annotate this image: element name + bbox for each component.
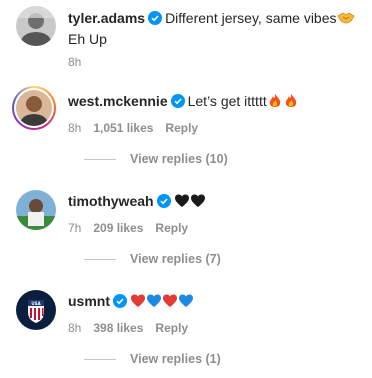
username[interactable]: timothyweah xyxy=(68,193,154,209)
username[interactable]: west.mckennie xyxy=(68,93,168,109)
timestamp: 8h xyxy=(68,55,82,69)
blue-heart-emoji-icon xyxy=(178,293,194,313)
replies-divider xyxy=(84,158,116,160)
avatar-story-ring[interactable] xyxy=(12,86,56,130)
reply-button[interactable]: Reply xyxy=(165,121,198,135)
avatar[interactable] xyxy=(16,190,56,230)
likes-count[interactable]: 209 likes xyxy=(93,221,143,235)
avatar[interactable]: USA xyxy=(16,290,56,330)
avatar xyxy=(16,90,52,126)
timestamp: 8h xyxy=(68,321,82,335)
comment-text: Let’s get ittttt xyxy=(187,93,267,109)
avatar-photo-icon xyxy=(16,190,56,230)
timestamp: 8h xyxy=(68,121,82,135)
svg-text:USA: USA xyxy=(31,301,41,306)
black-heart-emoji-icon xyxy=(174,193,190,213)
blue-heart-emoji-icon xyxy=(146,293,162,313)
fire-emoji-icon xyxy=(267,93,283,113)
view-replies-label: View replies (10) xyxy=(130,152,228,166)
view-replies-label: View replies (1) xyxy=(130,352,221,366)
red-heart-emoji-icon xyxy=(130,293,146,313)
verified-badge-icon xyxy=(170,94,185,112)
verified-badge-icon xyxy=(148,11,163,29)
view-replies-button[interactable]: View replies (7) xyxy=(68,252,221,266)
username[interactable]: tyler.adams xyxy=(68,10,145,26)
black-heart-emoji-icon xyxy=(190,193,206,213)
likes-count[interactable]: 1,051 likes xyxy=(93,121,153,135)
view-replies-button[interactable]: View replies (10) xyxy=(68,152,228,166)
fire-emoji-icon xyxy=(283,93,299,113)
replies-divider xyxy=(84,258,116,260)
verified-badge-icon xyxy=(156,194,171,212)
avatar[interactable] xyxy=(16,6,56,46)
replies-divider xyxy=(84,358,116,360)
avatar-photo-icon xyxy=(16,90,52,126)
reply-button[interactable]: Reply xyxy=(155,321,188,335)
verified-badge-icon xyxy=(113,294,127,312)
usmnt-crest-icon: USA xyxy=(16,290,56,330)
handshake-emoji-icon xyxy=(336,10,355,30)
comment-text-continued: Eh Up xyxy=(68,31,107,47)
timestamp: 7h xyxy=(68,221,82,235)
comment-text: Different jersey, same vibes xyxy=(165,10,337,26)
red-heart-emoji-icon xyxy=(162,293,178,313)
username[interactable]: usmnt xyxy=(68,293,110,309)
view-replies-button[interactable]: View replies (1) xyxy=(68,352,221,366)
avatar-photo-icon xyxy=(16,6,56,46)
likes-count[interactable]: 398 likes xyxy=(93,321,143,335)
reply-button[interactable]: Reply xyxy=(155,221,188,235)
view-replies-label: View replies (7) xyxy=(130,252,221,266)
